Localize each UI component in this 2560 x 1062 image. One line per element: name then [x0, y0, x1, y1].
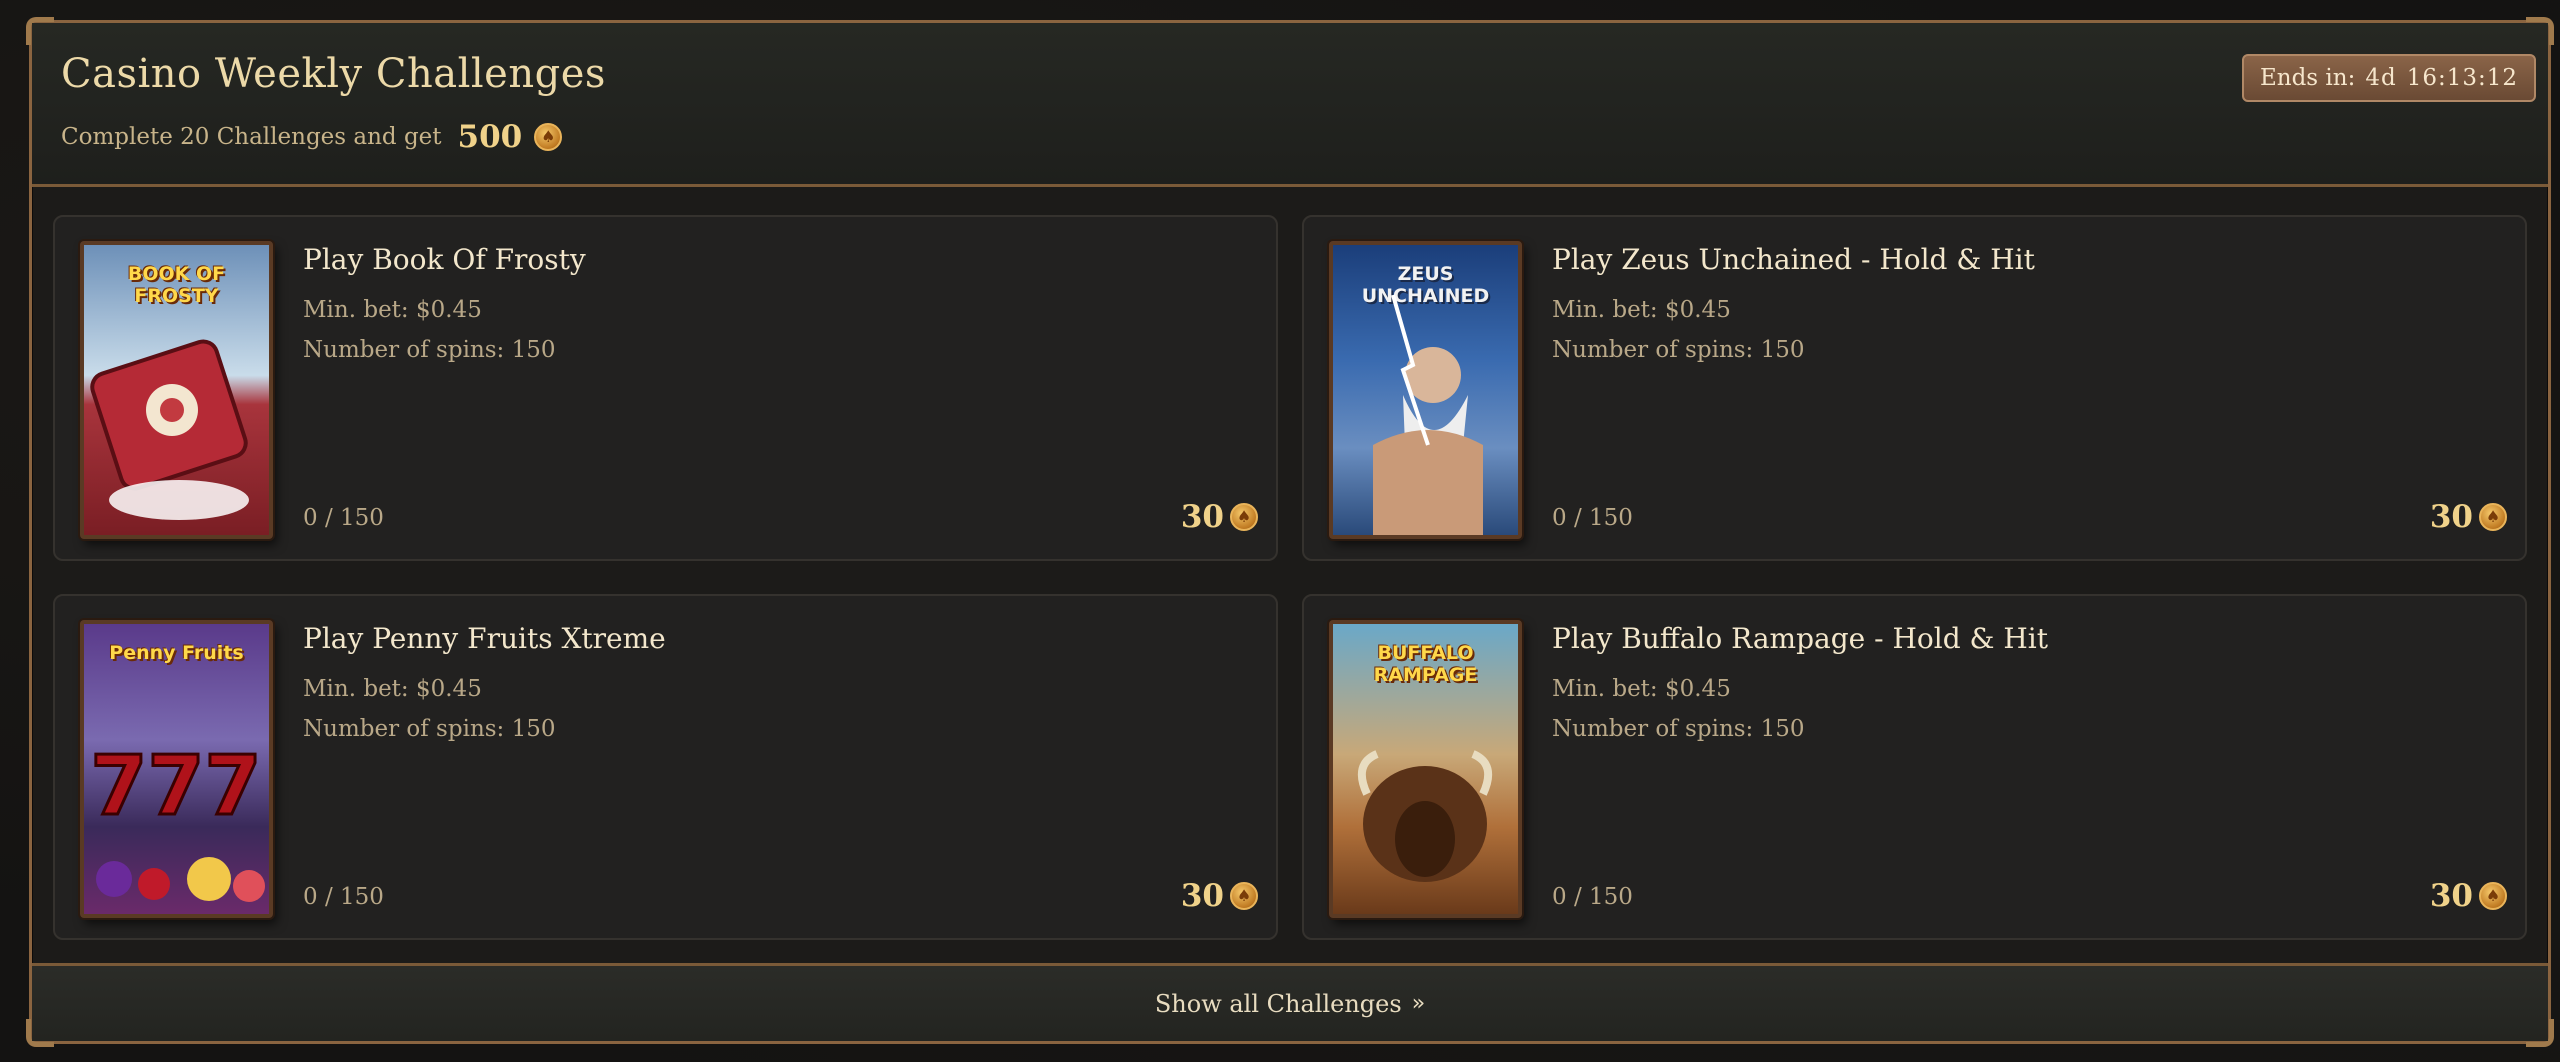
progress-text: 0 / 150	[1552, 505, 1633, 531]
challenge-title: Play Penny Fruits Xtreme	[303, 622, 666, 655]
reward-value: 30	[2429, 878, 2473, 914]
challenge-reward: 30	[1181, 878, 1258, 914]
svg-text:777: 777	[90, 739, 261, 834]
min-bet-text: Min. bet: $0.45	[1552, 297, 1731, 323]
progress-text: 0 / 150	[1552, 884, 1633, 910]
game-thumbnail-book-of-frosty[interactable]: BOOK OF FROSTY	[80, 241, 273, 539]
weekly-challenges-panel: Casino Weekly Challenges Complete 20 Cha…	[26, 17, 2554, 1047]
progress-text: 0 / 150	[303, 505, 384, 531]
coin-icon	[534, 123, 563, 151]
min-bet-text: Min. bet: $0.45	[303, 297, 482, 323]
challenge-title: Play Book Of Frosty	[303, 243, 586, 276]
reward-value: 30	[2429, 499, 2473, 535]
frosty-book-art	[90, 339, 249, 520]
page-title: Casino Weekly Challenges	[61, 51, 606, 97]
game-thumbnail-buffalo-rampage[interactable]: BUFFALO RAMPAGE	[1329, 620, 1522, 918]
penny-fruits-art: 777	[89, 738, 265, 902]
zeus-art	[1373, 294, 1483, 535]
game-thumbnail-zeus-unchained[interactable]: ZEUS UNCHAINED	[1329, 241, 1522, 539]
panel-header: Casino Weekly Challenges Complete 20 Cha…	[32, 23, 2548, 187]
challenge-reward: 30	[2430, 878, 2507, 914]
spins-text: Number of spins: 150	[303, 337, 556, 363]
timer-time: 16:13:12	[2406, 65, 2518, 91]
timer-label: Ends in:	[2259, 65, 2356, 91]
coin-icon	[2479, 882, 2507, 910]
reward-value: 30	[1180, 878, 1224, 914]
show-all-challenges-button[interactable]: Show all Challenges »	[32, 963, 2548, 1041]
challenge-card[interactable]: Penny Fruits 777 Play Penny Fruits Xtrem…	[53, 594, 1278, 940]
show-all-label: Show all Challenges	[1154, 989, 1402, 1018]
buffalo-art	[1357, 750, 1493, 882]
challenge-title: Play Zeus Unchained - Hold & Hit	[1552, 243, 2035, 276]
challenge-reward: 30	[2430, 499, 2507, 535]
spins-text: Number of spins: 150	[303, 716, 556, 742]
challenge-card[interactable]: ZEUS UNCHAINED Play Zeus Unchained - Hol…	[1302, 215, 2527, 561]
timer-days: 4d	[2365, 65, 2397, 91]
challenge-title: Play Buffalo Rampage - Hold & Hit	[1552, 622, 2048, 655]
reward-value: 30	[1180, 499, 1224, 535]
challenge-card[interactable]: BOOK OF FROSTY Play Book Of Frosty Min. …	[53, 215, 1278, 561]
subtitle-text: Complete 20 Challenges and get	[61, 124, 442, 150]
spins-text: Number of spins: 150	[1552, 337, 1805, 363]
double-chevron-right-icon: »	[1411, 991, 1426, 1016]
coin-icon	[2479, 503, 2507, 531]
subtitle-row: Complete 20 Challenges and get 500	[61, 119, 563, 155]
spins-text: Number of spins: 150	[1552, 716, 1805, 742]
game-thumbnail-penny-fruits[interactable]: Penny Fruits 777	[80, 620, 273, 918]
coin-icon	[1230, 503, 1258, 531]
total-reward-value: 500	[457, 119, 523, 155]
challenge-reward: 30	[1181, 499, 1258, 535]
challenge-card[interactable]: BUFFALO RAMPAGE Play Buffalo Rampage - H…	[1302, 594, 2527, 940]
coin-icon	[1230, 882, 1258, 910]
progress-text: 0 / 150	[303, 884, 384, 910]
countdown-timer: Ends in: 4d 16:13:12	[2241, 54, 2536, 102]
min-bet-text: Min. bet: $0.45	[1552, 676, 1731, 702]
min-bet-text: Min. bet: $0.45	[303, 676, 482, 702]
